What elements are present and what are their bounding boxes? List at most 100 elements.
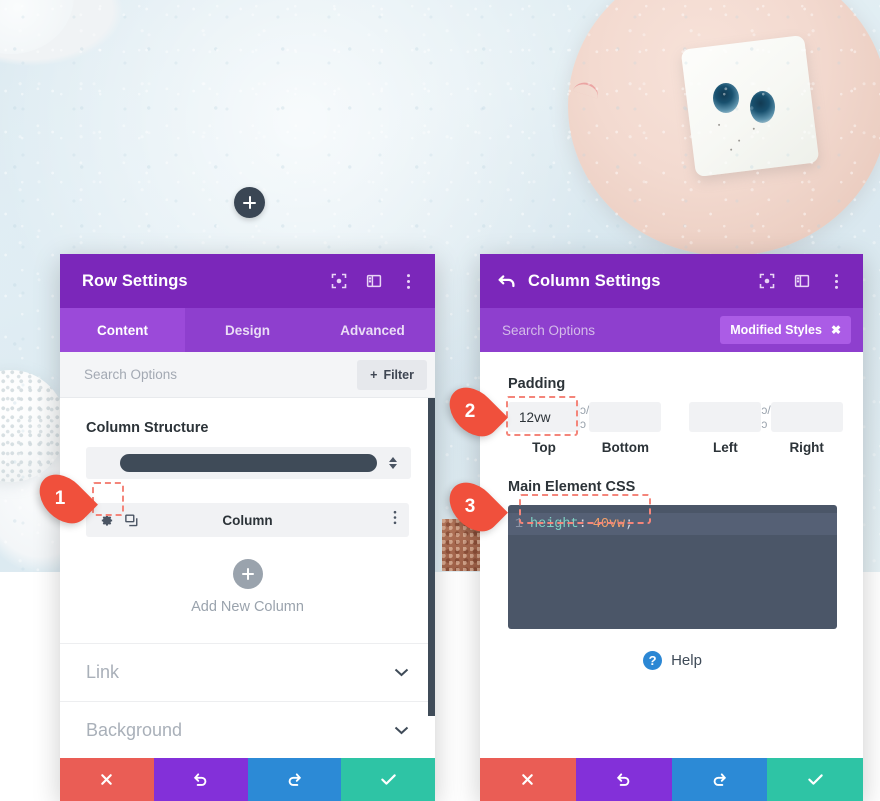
padding-left-cell: Left bbox=[689, 402, 762, 455]
column-settings-content: Padding Top ɔ/ɔ Bottom Left ɔ/ɔ bbox=[480, 352, 863, 670]
redo-button[interactable] bbox=[671, 758, 768, 801]
row-settings-title: Row Settings bbox=[82, 271, 188, 290]
padding-fields-grid: Top ɔ/ɔ Bottom Left ɔ/ɔ Right bbox=[508, 402, 843, 455]
column-search-input[interactable] bbox=[502, 322, 721, 338]
help-link[interactable]: ? Help bbox=[508, 651, 837, 670]
filter-button-label: Filter bbox=[383, 367, 414, 382]
help-icon: ? bbox=[643, 651, 663, 670]
column-settings-title: Column Settings bbox=[528, 271, 661, 290]
add-new-column-area[interactable]: Add New Column bbox=[60, 559, 435, 615]
padding-top-caption: Top bbox=[532, 440, 556, 455]
code-semicolon: ; bbox=[625, 516, 634, 532]
tab-design[interactable]: Design bbox=[185, 308, 310, 352]
row-settings-footer bbox=[60, 758, 435, 801]
padding-link-icon-2[interactable]: ɔ/ɔ bbox=[761, 402, 770, 432]
accordion-item-background[interactable]: Background bbox=[60, 701, 435, 758]
save-button[interactable] bbox=[341, 758, 435, 801]
accordion-label: Background bbox=[86, 720, 183, 740]
save-button[interactable] bbox=[767, 758, 863, 801]
layout-icon[interactable] bbox=[793, 273, 810, 290]
background-soap-spot-left bbox=[713, 83, 739, 113]
undo-button[interactable] bbox=[575, 758, 672, 801]
gear-icon[interactable] bbox=[98, 512, 114, 528]
scrollbar-thumb[interactable] bbox=[428, 398, 435, 716]
code-line-1: 1 height : 40vw ; bbox=[508, 513, 837, 535]
padding-bottom-caption: Bottom bbox=[601, 440, 649, 455]
accordion-item-link[interactable]: Link bbox=[60, 643, 435, 701]
column-structure-section: Column Structure bbox=[60, 398, 435, 479]
row-settings-accordion: Link Background Ad bbox=[60, 643, 435, 758]
plus-icon bbox=[241, 568, 254, 580]
back-arrow-icon[interactable] bbox=[496, 270, 518, 292]
redo-button[interactable] bbox=[247, 758, 342, 801]
row-search-row: + Filter bbox=[60, 352, 435, 398]
padding-section-label: Padding bbox=[508, 376, 566, 392]
code-property: height bbox=[530, 516, 579, 532]
background-copper-texture bbox=[442, 519, 484, 571]
modified-styles-badge[interactable]: Modified Styles ✖ bbox=[720, 316, 851, 344]
row-settings-body: Column Structure Column Add New Column L… bbox=[60, 398, 435, 758]
padding-bottom-input[interactable] bbox=[589, 402, 662, 432]
column-search-row: Modified Styles ✖ bbox=[480, 308, 863, 352]
main-element-css-editor[interactable]: 1 height : 40vw ; bbox=[508, 505, 837, 629]
chevron-down-icon bbox=[394, 722, 409, 740]
background-white-ball bbox=[0, 370, 66, 482]
padding-right-caption: Right bbox=[789, 440, 824, 455]
layout-icon[interactable] bbox=[365, 273, 382, 290]
tab-advanced[interactable]: Advanced bbox=[310, 308, 435, 352]
cancel-button[interactable] bbox=[60, 758, 154, 801]
padding-right-cell: Right bbox=[770, 402, 843, 455]
focus-icon[interactable] bbox=[758, 273, 775, 290]
help-label: Help bbox=[671, 652, 702, 669]
kebab-icon[interactable] bbox=[828, 273, 845, 290]
kebab-icon[interactable] bbox=[400, 273, 417, 290]
padding-left-caption: Left bbox=[712, 440, 738, 455]
column-structure-label: Column Structure bbox=[86, 420, 209, 436]
main-element-css-label: Main Element CSS bbox=[508, 479, 636, 495]
padding-top-cell: Top bbox=[508, 402, 580, 455]
column-structure-select[interactable] bbox=[86, 447, 411, 479]
column-header-icon-group bbox=[758, 273, 845, 290]
row-settings-scroll-area: Column Structure Column Add New Column L… bbox=[60, 398, 435, 758]
column-list-item[interactable]: Column bbox=[86, 503, 409, 537]
filter-plus-icon: + bbox=[370, 367, 378, 382]
background-soap-spot-right bbox=[750, 91, 775, 123]
add-section-button[interactable] bbox=[234, 187, 265, 218]
close-icon[interactable]: ✖ bbox=[831, 323, 841, 337]
padding-left-input[interactable] bbox=[689, 402, 762, 432]
focus-icon[interactable] bbox=[330, 273, 347, 290]
background-pale-circle bbox=[0, 0, 74, 54]
column-settings-header: Column Settings bbox=[480, 254, 863, 308]
accordion-label: Link bbox=[86, 662, 120, 682]
row-settings-tabs: Content Design Advanced bbox=[60, 308, 435, 352]
column-structure-preview-bar bbox=[120, 454, 377, 472]
column-item-icons bbox=[98, 512, 139, 528]
cancel-button[interactable] bbox=[480, 758, 576, 801]
filter-button[interactable]: + Filter bbox=[357, 359, 427, 390]
add-new-column-label: Add New Column bbox=[191, 599, 304, 615]
padding-bottom-cell: Bottom bbox=[589, 402, 662, 455]
code-value: 40vw bbox=[592, 516, 626, 532]
column-settings-body: Padding Top ɔ/ɔ Bottom Left ɔ/ɔ bbox=[480, 352, 863, 758]
plus-icon bbox=[243, 196, 256, 209]
column-settings-panel: Column Settings Search Options Modified … bbox=[480, 254, 863, 801]
column-settings-footer bbox=[480, 758, 863, 801]
chevron-down-icon bbox=[394, 664, 409, 682]
code-colon: : bbox=[578, 516, 587, 532]
row-settings-scrollbar[interactable] bbox=[428, 398, 435, 758]
code-line-number: 1 bbox=[514, 516, 523, 532]
undo-button[interactable] bbox=[153, 758, 248, 801]
tab-content[interactable]: Content bbox=[60, 308, 185, 352]
padding-right-input[interactable] bbox=[770, 402, 843, 432]
padding-link-icon-1[interactable]: ɔ/ɔ bbox=[580, 402, 589, 432]
row-header-icon-group bbox=[330, 273, 417, 290]
duplicate-icon[interactable] bbox=[123, 512, 139, 528]
padding-top-input[interactable] bbox=[508, 402, 580, 432]
chevron-updown-icon bbox=[383, 457, 403, 469]
row-settings-panel: Row Settings Content Design Advanced Sea… bbox=[60, 254, 435, 801]
row-search-input[interactable] bbox=[84, 367, 358, 382]
column-item-kebab-icon[interactable] bbox=[393, 510, 397, 530]
add-new-column-button[interactable] bbox=[232, 559, 263, 589]
modified-styles-label: Modified Styles bbox=[730, 323, 822, 337]
row-settings-header: Row Settings bbox=[60, 254, 435, 308]
